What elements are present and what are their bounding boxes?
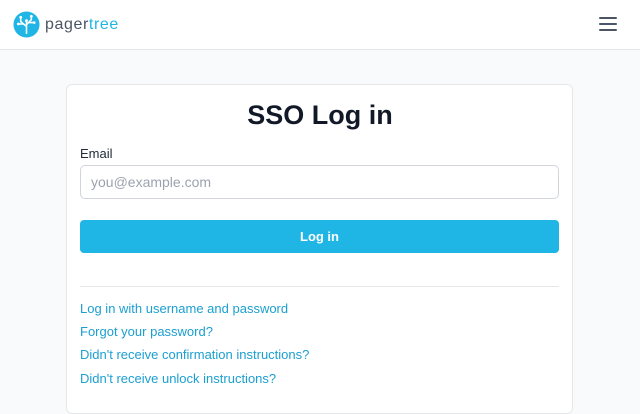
menu-bar xyxy=(599,23,617,25)
email-input[interactable] xyxy=(80,165,559,199)
brand-name: pagertree xyxy=(45,11,119,38)
menu-bar xyxy=(599,17,617,19)
top-navbar: pagertree xyxy=(0,0,640,50)
confirmation-instructions-link[interactable]: Didn't receive confirmation instructions… xyxy=(80,347,309,363)
login-button[interactable]: Log in xyxy=(80,220,559,253)
forgot-password-link[interactable]: Forgot your password? xyxy=(80,324,213,340)
username-password-login-link[interactable]: Log in with username and password xyxy=(80,301,288,317)
brand-name-pager: pager xyxy=(45,16,89,33)
email-label: Email xyxy=(80,146,113,161)
pagertree-logo-icon xyxy=(13,11,40,38)
divider xyxy=(80,286,559,287)
brand-home-link[interactable]: pagertree xyxy=(13,11,119,38)
unlock-instructions-link[interactable]: Didn't receive unlock instructions? xyxy=(80,371,276,387)
hamburger-menu-icon[interactable] xyxy=(599,17,617,31)
brand-name-tree: tree xyxy=(88,16,119,33)
page-title: SSO Log in xyxy=(247,100,393,130)
menu-bar xyxy=(599,29,617,31)
